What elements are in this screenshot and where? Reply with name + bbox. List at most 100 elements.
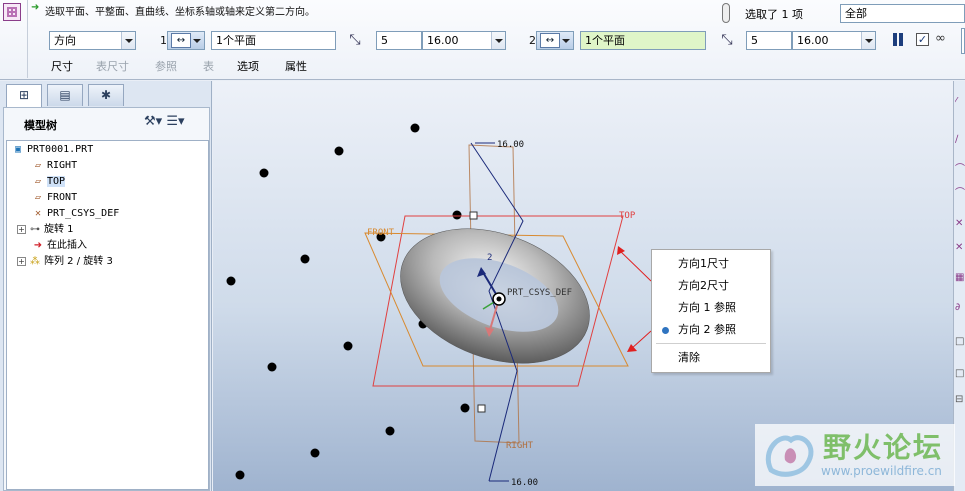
pattern-member-dot[interactable] (259, 168, 269, 178)
dimension-label-bottom[interactable]: 16.00 (511, 478, 538, 488)
drag-handle[interactable] (477, 404, 486, 413)
dir2-reference-field[interactable]: 1个平面 (580, 31, 706, 50)
dir1-number: 1 (160, 34, 167, 47)
curve-tool-icon[interactable]: ⌒ (955, 187, 965, 201)
pattern-member-dot[interactable] (267, 362, 277, 372)
tree-item-revolve-1[interactable]: + ⊶ 旋转 1 (17, 222, 74, 238)
tab-dimensions[interactable]: 尺寸 (51, 58, 73, 74)
menu-divider (656, 343, 766, 344)
dir2-type-button[interactable]: ↔ (536, 31, 574, 50)
dir2-number: 2 (529, 34, 536, 47)
watermark-url: www.proewildfire.cn (821, 464, 942, 478)
pause-icon[interactable] (892, 33, 904, 46)
curve-tool-icon[interactable]: ⌒ (955, 163, 965, 177)
menu-pointer-line (630, 330, 652, 350)
navigator-panel: ⊞ ▤ ✱ 模型树 ⚒▾ ☰▾ ▣ PRT0001.PRT ▱ RIGHT ▱ TOP… (0, 81, 212, 491)
tab-references[interactable]: 参照 (155, 58, 177, 74)
datum-plane-icon: ▱ (34, 192, 42, 203)
tree-item-front[interactable]: ▱ FRONT (31, 190, 77, 206)
tree-item-csys[interactable]: ✕ PRT_CSYS_DEF (31, 206, 119, 222)
tree-item-pattern-2[interactable]: + ⁂ 阵列 2 / 旋转 3 (17, 254, 113, 270)
dir2-flip-icon[interactable]: ⤡ (718, 31, 736, 49)
sweep-tool-icon[interactable]: ⊟ (955, 393, 965, 407)
preview-glasses-icon[interactable]: ∞ (935, 31, 946, 46)
dir2-count-field[interactable]: 5 (746, 31, 792, 50)
dimension-label-top[interactable]: 16.00 (497, 140, 524, 150)
tree-item-label: FRONT (47, 192, 78, 203)
tab-model-tree[interactable]: ⊞ (6, 84, 42, 108)
revolve-icon: ⊶ (30, 224, 40, 235)
dir1-reference-field[interactable]: 1个平面 (211, 31, 336, 50)
pattern-member-dot[interactable] (410, 123, 420, 133)
menu-item-dir2-dimensions[interactable]: 方向2尺寸 (652, 275, 770, 297)
folder-icon: ▤ (59, 88, 71, 102)
dir1-flip-icon[interactable]: ⤡ (346, 31, 364, 49)
pattern-member-dot[interactable] (310, 448, 320, 458)
analysis-tool-icon[interactable]: ▦ (955, 271, 965, 285)
chevron-down-icon[interactable] (491, 32, 505, 49)
model-tree-panel: 模型树 ⚒▾ ☰▾ ▣ PRT0001.PRT ▱ RIGHT ▱ TOP ▱ FRON… (3, 107, 210, 491)
context-menu: 方向1尺寸 方向2尺寸 方向 1 参照 方向 2 参照 清除 (651, 249, 771, 373)
tab-favorites[interactable]: ✱ (88, 84, 124, 106)
pattern-member-dot[interactable] (300, 254, 310, 264)
tab-options[interactable]: 选项 (237, 58, 259, 74)
tree-item-top[interactable]: ▱ TOP (31, 174, 66, 190)
pattern-member-dot[interactable] (334, 146, 344, 156)
expand-icon[interactable]: + (17, 257, 26, 266)
tree-item-label: PRT0001.PRT (27, 144, 94, 155)
selection-filter-select[interactable]: 全部 (840, 4, 965, 23)
datum-plane-tool-icon[interactable]: ⁄ (955, 95, 965, 109)
tree-item-part[interactable]: ▣ PRT0001.PRT (11, 142, 93, 158)
dir1-type-button[interactable]: ↔ (167, 31, 205, 50)
menu-item-dir1-reference[interactable]: 方向 1 参照 (652, 297, 770, 319)
tab-table-dimensions[interactable]: 表尺寸 (96, 58, 129, 74)
tab-table[interactable]: 表 (203, 58, 214, 74)
tree-item-label: RIGHT (47, 160, 78, 171)
drag-handle[interactable] (469, 211, 478, 220)
pattern-member-dot[interactable] (235, 470, 245, 480)
sketch-tool-icon[interactable]: ∕ (955, 133, 965, 147)
favorites-icon: ✱ (100, 88, 112, 102)
chevron-down-icon (193, 39, 201, 43)
pattern-member-dot[interactable] (343, 341, 353, 351)
csys-tool-icon[interactable]: ✕ (955, 241, 965, 255)
preview-checkbox[interactable]: ✓ (916, 33, 929, 46)
menu-item-clear[interactable]: 清除 (652, 347, 770, 369)
pattern-type-value: 方向 (54, 34, 76, 47)
extrude-tool-icon[interactable]: □ (955, 335, 965, 349)
chevron-down-icon[interactable] (861, 32, 875, 49)
tree-item-right[interactable]: ▱ RIGHT (31, 158, 77, 174)
dir2-spacing-select[interactable]: 16.00 (792, 31, 876, 50)
menu-item-dir1-dimensions[interactable]: 方向1尺寸 (652, 253, 770, 275)
tab-folder-browser[interactable]: ▤ (47, 84, 83, 106)
status-arrow-icon: ➜ (31, 2, 40, 13)
selection-filter-value: 全部 (845, 7, 867, 20)
dir1-count-field[interactable]: 5 (376, 31, 422, 50)
part-icon: ▣ (14, 144, 22, 155)
chevron-down-icon[interactable] (121, 32, 135, 49)
translate-arrow-icon: ↔ (171, 33, 191, 48)
model-tree-icon: ⊞ (18, 88, 30, 102)
pattern-type-select[interactable]: 方向 (49, 31, 136, 50)
tree-tools: ⚒▾ ☰▾ (144, 114, 185, 129)
tab-properties[interactable]: 属性 (285, 58, 307, 74)
radio-bullet-icon (662, 327, 669, 334)
revolve-tool-icon[interactable]: □ (955, 367, 965, 381)
show-menu-icon[interactable]: ☰▾ (166, 114, 184, 129)
settings-icon[interactable]: ⚒▾ (144, 114, 162, 129)
dir1-spacing-select[interactable]: 16.00 (422, 31, 506, 50)
selection-indicator-icon (722, 3, 730, 23)
menu-item-dir2-reference[interactable]: 方向 2 参照 (652, 319, 770, 341)
pattern-dashboard: ➜ 选取平面、平整面、直曲线、坐标系轴或轴来定义第二方向。 方向 1 ↔ 1个平… (0, 0, 965, 80)
menu-pointer-line (617, 248, 652, 282)
pattern-member-dot[interactable] (385, 426, 395, 436)
point-tool-icon[interactable]: ✕ (955, 217, 965, 231)
sketch-tool-icon[interactable]: ∂ (955, 301, 965, 315)
dashboard-overflow-button[interactable] (961, 28, 965, 54)
tree-item-insert-here[interactable]: ➜ 在此插入 (31, 238, 87, 254)
pattern-member-dot[interactable] (452, 210, 462, 220)
menu-item-label: 方向 2 参照 (678, 323, 736, 336)
pattern-member-dot[interactable] (226, 276, 236, 286)
pattern-member-dot[interactable] (460, 403, 470, 413)
expand-icon[interactable]: + (17, 225, 26, 234)
